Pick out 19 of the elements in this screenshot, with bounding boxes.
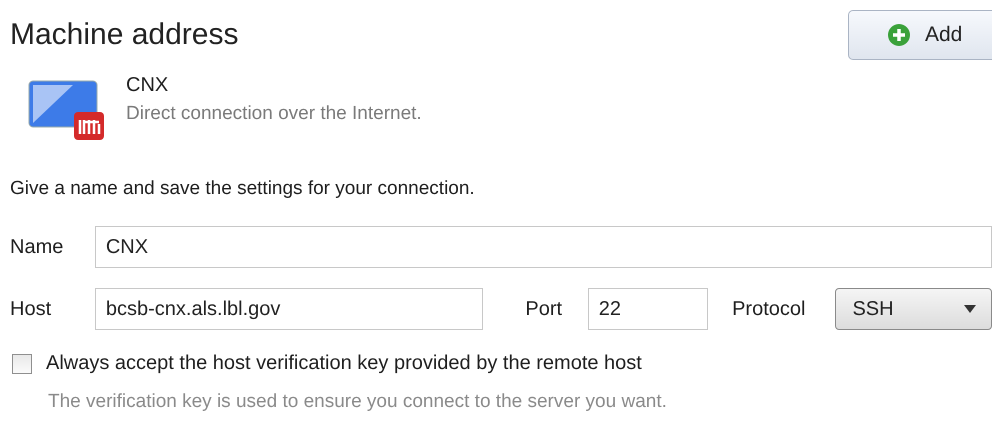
help-text: The verification key is used to ensure you connect to the server you want. — [47, 390, 668, 413]
connection-name: CNX — [126, 74, 170, 97]
host-field[interactable]: bcsb-cnx.als.lbl.gov — [94, 288, 484, 330]
protocol-dropdown[interactable]: SSH — [835, 288, 992, 330]
plus-icon — [887, 23, 911, 47]
port-field[interactable]: 22 — [588, 288, 708, 330]
caret-icon — [964, 305, 976, 313]
instruction-text: Give a name and save the settings for your connection. — [9, 177, 476, 200]
checkbox-label: Always accept the host verification key provided by the remote host — [46, 352, 642, 375]
checkbox[interactable] — [12, 354, 32, 374]
name-field[interactable]: CNX — [94, 226, 992, 268]
name-label: Name — [10, 236, 64, 258]
monitor-icon — [28, 80, 106, 142]
protocol-label: Protocol — [732, 298, 806, 320]
host-label: Host — [10, 298, 52, 320]
port-label: Port — [525, 298, 564, 320]
section-title: Machine address — [10, 18, 238, 52]
connection-description: Direct connection over the Internet. — [126, 103, 422, 125]
add-button[interactable]: Add — [848, 10, 992, 60]
